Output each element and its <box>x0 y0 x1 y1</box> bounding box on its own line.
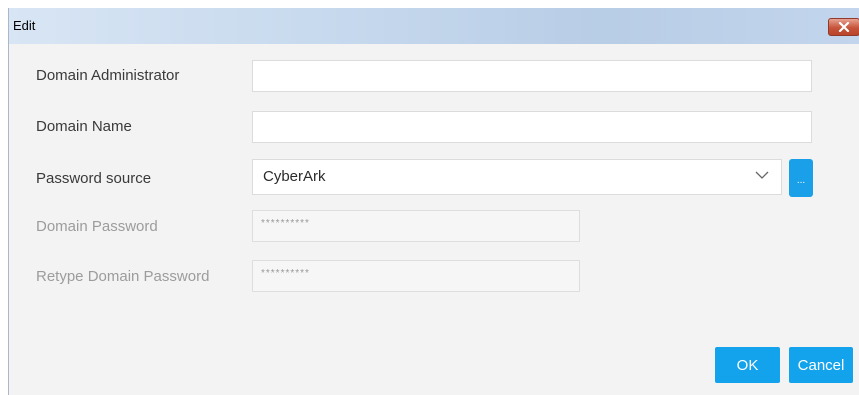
domain-name-label: Domain Name <box>36 118 132 135</box>
domain-name-input[interactable] <box>252 111 812 143</box>
domain-password-input: ********** <box>252 210 580 242</box>
chevron-down-icon <box>755 171 769 179</box>
edit-dialog: Edit Domain Administrator Domain Name Pa… <box>8 8 859 395</box>
domain-password-label: Domain Password <box>36 218 158 235</box>
password-source-select[interactable]: CyberArk <box>252 159 782 195</box>
dialog-titlebar[interactable]: Edit <box>9 8 859 44</box>
password-source-label: Password source <box>36 170 152 187</box>
password-source-browse-button[interactable]: ... <box>789 159 813 197</box>
cancel-button[interactable]: Cancel <box>789 347 853 383</box>
retype-domain-password-label: Retype Domain Password <box>36 268 210 285</box>
retype-domain-password-input: ********** <box>252 260 580 292</box>
close-button[interactable] <box>828 18 859 36</box>
password-source-value: CyberArk <box>263 168 326 185</box>
close-icon <box>838 22 850 32</box>
domain-administrator-label: Domain Administrator <box>36 67 180 84</box>
dialog-title: Edit <box>13 18 36 33</box>
domain-administrator-input[interactable] <box>252 60 812 92</box>
ok-button[interactable]: OK <box>715 347 780 383</box>
